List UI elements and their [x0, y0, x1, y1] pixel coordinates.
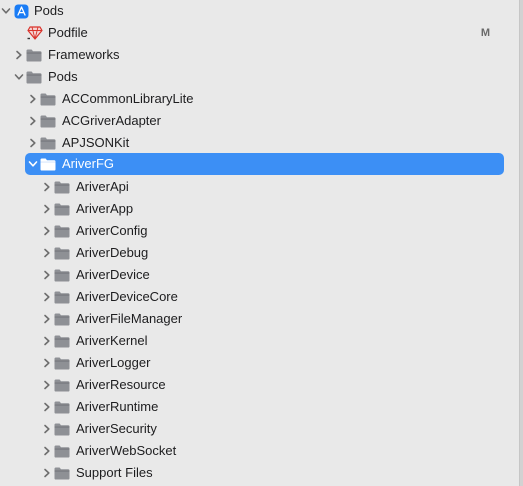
tree-row-subfolder[interactable]: AriverDebug: [0, 242, 518, 264]
tree-row-subfolder[interactable]: AriverFileManager: [0, 308, 518, 330]
tree-label: Podfile: [48, 25, 88, 40]
tree-row-subfolder[interactable]: AriverRuntime: [0, 396, 518, 418]
folder-icon: [54, 246, 70, 260]
chevron-right-icon[interactable]: [28, 115, 38, 127]
tree-label: Support Files: [76, 465, 153, 480]
tree-label: ACCommonLibraryLite: [62, 91, 194, 106]
tree-row-pod[interactable]: ACGriverAdapter: [0, 110, 518, 132]
folder-icon: [54, 378, 70, 392]
chevron-right-icon[interactable]: [42, 357, 52, 369]
tree-label: AriverRuntime: [76, 399, 159, 414]
folder-icon: [54, 422, 70, 436]
chevron-right-icon[interactable]: [42, 445, 52, 457]
tree-label: Frameworks: [48, 47, 120, 62]
chevron-right-icon[interactable]: [42, 313, 52, 325]
tree-label: AriverLogger: [76, 355, 151, 370]
tree-label: AriverResource: [76, 377, 166, 392]
chevron-right-icon[interactable]: [42, 379, 52, 391]
folder-icon: [54, 268, 70, 282]
tree-row-pods-group[interactable]: Pods: [0, 66, 518, 88]
folder-icon: [54, 290, 70, 304]
chevron-right-icon[interactable]: [42, 335, 52, 347]
chevron-right-icon[interactable]: [28, 93, 38, 105]
folder-icon: [54, 180, 70, 194]
chevron-right-icon[interactable]: [14, 49, 24, 61]
folder-icon: [54, 466, 70, 480]
chevron-down-icon[interactable]: [14, 71, 24, 83]
folder-icon: [40, 114, 56, 128]
tree-row-subfolder[interactable]: AriverDeviceCore: [0, 286, 518, 308]
status-badge: M: [480, 27, 490, 39]
tree-row-subfolder[interactable]: AriverApp: [0, 198, 518, 220]
folder-icon: [40, 157, 56, 171]
tree-row-subfolder[interactable]: AriverResource: [0, 374, 518, 396]
chevron-down-icon[interactable]: [1, 5, 11, 17]
folder-icon: [54, 224, 70, 238]
tree-label: Pods: [34, 3, 64, 18]
tree-label: Pods: [48, 69, 78, 84]
tree-label: AriverDeviceCore: [76, 289, 178, 304]
tree-row-subfolder[interactable]: AriverDevice: [0, 264, 518, 286]
tree-row-frameworks[interactable]: Frameworks: [0, 44, 518, 66]
folder-icon: [26, 48, 42, 62]
chevron-right-icon[interactable]: [42, 181, 52, 193]
folder-icon: [54, 202, 70, 216]
tree-label: ACGriverAdapter: [62, 113, 161, 128]
tree-row-subfolder[interactable]: AriverKernel: [0, 330, 518, 352]
tree-row-subfolder[interactable]: Support Files: [0, 462, 518, 484]
window-edge: [519, 0, 523, 486]
tree-row-subfolder[interactable]: AriverLogger: [0, 352, 518, 374]
tree-label: AriverApp: [76, 201, 134, 216]
chevron-right-icon[interactable]: [42, 467, 52, 479]
folder-icon: [40, 136, 56, 150]
folder-icon: [54, 356, 70, 370]
folder-icon: [54, 312, 70, 326]
chevron-right-icon[interactable]: [42, 401, 52, 413]
chevron-right-icon[interactable]: [42, 269, 52, 281]
chevron-down-icon[interactable]: [28, 158, 38, 170]
folder-icon: [26, 70, 42, 84]
tree-row-subfolder[interactable]: AriverConfig: [0, 220, 518, 242]
chevron-right-icon[interactable]: [42, 423, 52, 435]
tree-label: AriverSecurity: [76, 421, 157, 436]
tree-row-subfolder[interactable]: AriverWebSocket: [0, 440, 518, 462]
tree-row-podfile[interactable]: Podfile M: [0, 22, 518, 44]
ruby-file-icon: [27, 25, 43, 40]
tree-label: AriverConfig: [76, 223, 148, 238]
chevron-right-icon[interactable]: [42, 247, 52, 259]
xcode-project-icon: [13, 3, 29, 19]
tree-label: AriverKernel: [76, 333, 148, 348]
folder-icon: [40, 92, 56, 106]
tree-label: AriverApi: [76, 179, 129, 194]
tree-label: AriverFG: [62, 156, 114, 171]
tree-row-subfolder[interactable]: AriverApi: [0, 176, 518, 198]
tree-row-pod[interactable]: ACCommonLibraryLite: [0, 88, 518, 110]
tree-row-ariverfg[interactable]: AriverFG: [0, 153, 518, 175]
folder-icon: [54, 400, 70, 414]
chevron-right-icon[interactable]: [42, 203, 52, 215]
tree-label: APJSONKit: [62, 135, 130, 150]
chevron-right-icon[interactable]: [28, 137, 38, 149]
tree-row-pod[interactable]: APJSONKit: [0, 132, 518, 154]
chevron-right-icon[interactable]: [42, 225, 52, 237]
tree-label: AriverWebSocket: [76, 443, 177, 458]
tree-label: AriverDevice: [76, 267, 150, 282]
tree-label: AriverFileManager: [76, 311, 183, 326]
tree-label: AriverDebug: [76, 245, 149, 260]
tree-row-pods-project[interactable]: Pods: [0, 0, 518, 22]
chevron-right-icon[interactable]: [42, 291, 52, 303]
tree-row-subfolder[interactable]: AriverSecurity: [0, 418, 518, 440]
folder-icon: [54, 444, 70, 458]
folder-icon: [54, 334, 70, 348]
